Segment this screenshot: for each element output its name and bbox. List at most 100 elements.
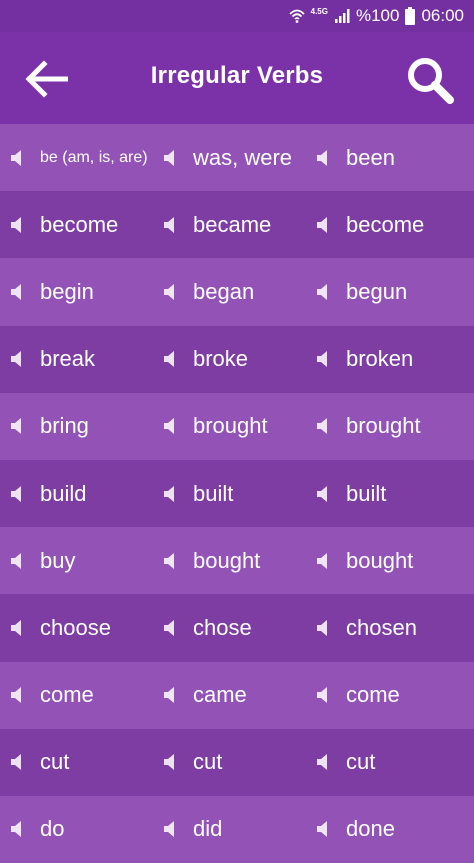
past-simple-cell[interactable]: did [163,796,313,863]
past-participle-cell[interactable]: begun [316,258,466,325]
search-icon [408,58,454,104]
verb-word: bought [346,547,414,573]
verb-word: choose [40,614,111,640]
speaker-icon [11,351,21,368]
base-form-cell[interactable]: be (am, is, are) [10,124,160,191]
verb-word: do [40,816,65,842]
speaker-icon [317,149,327,166]
verb-row: bring brought brought [0,392,474,460]
battery-level: %100 [355,6,400,25]
speaker-icon [11,619,21,636]
speaker-icon [11,821,21,838]
verb-word: broke [193,346,249,372]
network-type-label: 4.5G [310,7,328,16]
past-participle-cell[interactable]: broken [316,326,466,393]
verb-word: cut [40,749,70,775]
past-simple-cell[interactable]: built [163,460,313,527]
past-participle-cell[interactable]: come [316,662,466,729]
speaker-icon [317,687,327,704]
speaker-icon [164,216,174,233]
speaker-icon [11,283,21,300]
speaker-icon [11,754,21,771]
verb-word: come [346,682,400,708]
verb-word: was, were [193,144,293,170]
past-simple-cell[interactable]: bought [163,527,313,594]
verb-word: buy [40,547,76,573]
verb-word: begun [346,278,408,304]
speaker-icon [317,418,327,435]
verb-word: bring [40,413,89,439]
past-simple-cell[interactable]: cut [163,729,313,796]
speaker-icon [317,754,327,771]
past-participle-cell[interactable]: been [316,124,466,191]
past-participle-cell[interactable]: done [316,796,466,863]
verb-word: chose [193,614,252,640]
base-form-cell[interactable]: build [10,460,160,527]
speaker-icon [317,485,327,502]
speaker-icon [11,216,21,233]
speaker-icon [11,552,21,569]
speaker-icon [11,418,21,435]
speaker-icon [164,552,174,569]
verb-word: build [40,480,87,506]
verb-row: become became become [0,191,474,259]
verb-row: do did done [0,795,474,863]
speaker-icon [164,351,174,368]
past-participle-cell[interactable]: chosen [316,594,466,661]
past-participle-cell[interactable]: bought [316,527,466,594]
past-simple-cell[interactable]: began [163,258,313,325]
speaker-icon [164,418,174,435]
signal-icon [334,9,350,23]
past-participle-cell[interactable]: built [316,460,466,527]
base-form-cell[interactable]: come [10,662,160,729]
base-form-cell[interactable]: do [10,796,160,863]
base-form-cell[interactable]: cut [10,729,160,796]
speaker-icon [11,485,21,502]
verb-word: became [193,211,272,237]
past-simple-cell[interactable]: became [163,191,313,258]
base-form-cell[interactable]: break [10,326,160,393]
past-simple-cell[interactable]: chose [163,594,313,661]
past-participle-cell[interactable]: cut [316,729,466,796]
past-simple-cell[interactable]: came [163,662,313,729]
base-form-cell[interactable]: buy [10,527,160,594]
verb-word: been [346,144,395,170]
clock: 06:00 [421,6,464,25]
past-simple-cell[interactable]: broke [163,326,313,393]
verb-word: begin [40,278,94,304]
speaker-icon [164,485,174,502]
past-participle-cell[interactable]: become [316,191,466,258]
verb-word: cut [346,749,376,775]
base-form-cell[interactable]: become [10,191,160,258]
search-button[interactable] [402,52,458,108]
past-participle-cell[interactable]: brought [316,393,466,460]
verb-word: done [346,816,395,842]
verb-word: become [346,211,425,237]
base-form-cell[interactable]: bring [10,393,160,460]
verb-word: broken [346,346,414,372]
verb-list: be (am, is, are) was, were been become becam… [0,124,474,863]
verb-word: bought [193,547,261,573]
speaker-icon [317,283,327,300]
speaker-icon [164,687,174,704]
verb-word: did [193,816,223,842]
base-form-cell[interactable]: begin [10,258,160,325]
verb-word: built [193,480,234,506]
verb-word: chosen [346,614,417,640]
base-form-cell[interactable]: choose [10,594,160,661]
speaker-icon [164,821,174,838]
verb-row: choose chose chosen [0,594,474,662]
verb-word: come [40,682,94,708]
verb-word: came [193,682,247,708]
speaker-icon [317,216,327,233]
verb-word: began [193,278,255,304]
verb-row: build built built [0,459,474,528]
app-bar: Irregular Verbs [0,32,474,124]
speaker-icon [164,619,174,636]
verb-word: built [346,480,387,506]
status-bar: 4.5G %100 06:00 [0,0,474,32]
past-simple-cell[interactable]: brought [163,393,313,460]
verb-row: break broke broken [0,325,474,393]
past-simple-cell[interactable]: was, were [163,124,313,191]
verb-word: be (am, is, are) [40,148,148,166]
